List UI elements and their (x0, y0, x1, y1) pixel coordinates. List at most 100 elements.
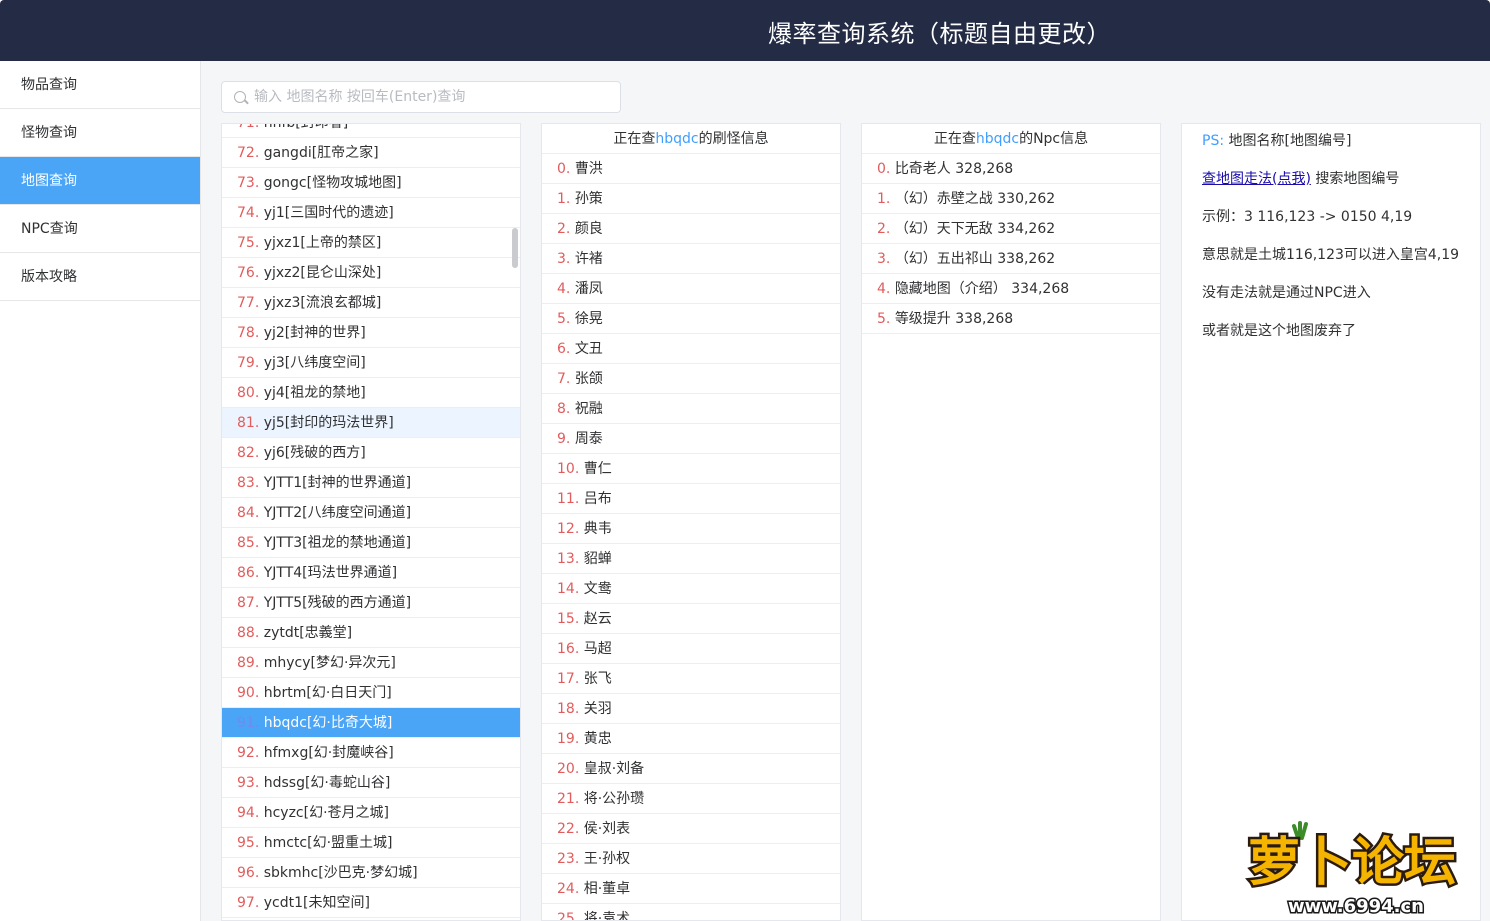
monster-list-item[interactable]: 14. 文鸯 (542, 574, 840, 604)
npc-list-item[interactable]: 5. 等级提升 338,268 (862, 304, 1160, 334)
row-index: 95. (237, 835, 260, 851)
npc-list-item[interactable]: 1. （幻）赤壁之战 330,262 (862, 184, 1160, 214)
monster-list-item[interactable]: 1. 孙策 (542, 184, 840, 214)
monster-list-item[interactable]: 16. 马超 (542, 634, 840, 664)
sidebar-item-item-query[interactable]: 物品查询 (0, 61, 200, 109)
map-list-item[interactable]: 80. yj4[祖龙的禁地] (222, 378, 520, 408)
map-list-item[interactable]: 82. yj6[残破的西方] (222, 438, 520, 468)
row-index: 14. (557, 581, 580, 597)
monster-list-item[interactable]: 24. 相·董卓 (542, 874, 840, 904)
monster-list-item[interactable]: 22. 侯·刘表 (542, 814, 840, 844)
monster-list-item[interactable]: 25. 将·袁术 (542, 904, 840, 921)
search-input[interactable] (254, 82, 614, 112)
row-label: 关羽 (583, 701, 612, 717)
row-index: 11. (557, 491, 580, 507)
map-list-item[interactable]: 91. hbqdc[幻·比奇大城] (222, 708, 520, 738)
map-list-item[interactable]: 89. mhycy[梦幻·异次元] (222, 648, 520, 678)
monster-list-item[interactable]: 12. 典韦 (542, 514, 840, 544)
monster-list-item[interactable]: 5. 徐晃 (542, 304, 840, 334)
row-label: 将·袁术 (583, 911, 631, 921)
map-list-item[interactable]: 84. YJTT2[八纬度空间通道] (222, 498, 520, 528)
map-list-item[interactable]: 88. zytdt[忠義堂] (222, 618, 520, 648)
row-label: 典韦 (583, 521, 612, 537)
map-list-item[interactable]: 86. YJTT4[玛法世界通道] (222, 558, 520, 588)
monster-list-item[interactable]: 15. 赵云 (542, 604, 840, 634)
app-header: 爆率查询系统（标题自由更改） (0, 0, 1490, 61)
row-label: hbrtm[幻·白日天门] (263, 685, 392, 701)
map-list-item[interactable]: 78. yj2[封神的世界] (222, 318, 520, 348)
monster-list-item[interactable]: 17. 张飞 (542, 664, 840, 694)
row-label: 赵云 (583, 611, 612, 627)
monster-list-item[interactable]: 2. 颜良 (542, 214, 840, 244)
monster-list-item[interactable]: 3. 许褚 (542, 244, 840, 274)
ps-text: 地图名称[地图编号] (1228, 133, 1352, 149)
npc-list-item[interactable]: 3. （幻）五出祁山 338,262 (862, 244, 1160, 274)
sidebar-item-map-query[interactable]: 地图查询 (0, 157, 200, 205)
monster-list-item[interactable]: 11. 吕布 (542, 484, 840, 514)
sidebar-item-monster-query[interactable]: 怪物查询 (0, 109, 200, 157)
monster-list-item[interactable]: 8. 祝融 (542, 394, 840, 424)
map-list-item[interactable]: 71. hhfb[封印者] (222, 124, 520, 138)
map-list-item[interactable]: 77. yjxz3[流浪玄都城] (222, 288, 520, 318)
monster-list-item[interactable]: 19. 黄忠 (542, 724, 840, 754)
map-list-scrollbar[interactable] (512, 228, 518, 268)
map-list-item[interactable]: 72. gangdi[肛帝之家] (222, 138, 520, 168)
monster-list-item[interactable]: 20. 皇叔·刘备 (542, 754, 840, 784)
map-list-item[interactable]: 76. yjxz2[昆仑山深处] (222, 258, 520, 288)
row-label: hmctc[幻·盟重土城] (263, 835, 393, 851)
npc-list-item[interactable]: 0. 比奇老人 328,268 (862, 154, 1160, 184)
header-suffix: 的刷怪信息 (698, 131, 769, 147)
map-list-item[interactable]: 81. yj5[封印的玛法世界] (222, 408, 520, 438)
map-list-item[interactable]: 73. gongc[怪物攻城地图] (222, 168, 520, 198)
ps-label: PS: (1202, 133, 1225, 149)
map-list-item[interactable]: 83. YJTT1[封神的世界通道] (222, 468, 520, 498)
monster-list-item[interactable]: 23. 王·孙权 (542, 844, 840, 874)
map-list-item[interactable]: 85. YJTT3[祖龙的禁地通道] (222, 528, 520, 558)
row-index: 81. (237, 415, 260, 431)
row-label: 徐晃 (574, 311, 603, 327)
row-label: yj2[封神的世界] (263, 325, 366, 341)
map-list-item[interactable]: 94. hcyzc[幻·苍月之城] (222, 798, 520, 828)
monster-list-item[interactable]: 9. 周泰 (542, 424, 840, 454)
row-label: 隐藏地图（介绍） 334,268 (894, 281, 1070, 297)
row-index: 89. (237, 655, 260, 671)
map-list-item[interactable]: 90. hbrtm[幻·白日天门] (222, 678, 520, 708)
map-list-item[interactable]: 75. yjxz1[上帝的禁区] (222, 228, 520, 258)
monster-list-item[interactable]: 7. 张颌 (542, 364, 840, 394)
monster-list-item[interactable]: 10. 曹仁 (542, 454, 840, 484)
row-label: 许褚 (574, 251, 603, 267)
map-list-item[interactable]: 74. yj1[三国时代的遗迹] (222, 198, 520, 228)
monster-list-item[interactable]: 4. 潘凤 (542, 274, 840, 304)
row-index: 25. (557, 911, 580, 921)
row-index: 3. (557, 251, 571, 267)
row-index: 13. (557, 551, 580, 567)
row-label: yj5[封印的玛法世界] (263, 415, 394, 431)
row-index: 92. (237, 745, 260, 761)
monster-list-item[interactable]: 0. 曹洪 (542, 154, 840, 184)
npc-list-item[interactable]: 4. 隐藏地图（介绍） 334,268 (862, 274, 1160, 304)
monster-list-item[interactable]: 13. 貂蝉 (542, 544, 840, 574)
npc-list-item[interactable]: 2. （幻）天下无敌 334,262 (862, 214, 1160, 244)
row-label: yj6[残破的西方] (263, 445, 366, 461)
monster-list-item[interactable]: 21. 将·公孙瓒 (542, 784, 840, 814)
row-label: hcyzc[幻·苍月之城] (263, 805, 389, 821)
map-list-item[interactable]: 93. hdssg[幻·毒蛇山谷] (222, 768, 520, 798)
map-list-item[interactable]: 95. hmctc[幻·盟重土城] (222, 828, 520, 858)
search-box (221, 81, 621, 113)
row-label: （幻）天下无敌 334,262 (894, 221, 1056, 237)
row-label: 貂蝉 (583, 551, 612, 567)
sidebar-item-npc-query[interactable]: NPC查询 (0, 205, 200, 253)
map-route-link[interactable]: 查地图走法(点我) (1202, 171, 1311, 187)
monster-list-item[interactable]: 6. 文丑 (542, 334, 840, 364)
map-list-item[interactable]: 96. sbkmhc[沙巴克·梦幻城] (222, 858, 520, 888)
map-list-item[interactable]: 97. ycdt1[未知空间] (222, 888, 520, 918)
row-index: 4. (557, 281, 571, 297)
monster-list-item[interactable]: 18. 关羽 (542, 694, 840, 724)
map-list-item[interactable]: 87. YJTT5[残破的西方通道] (222, 588, 520, 618)
map-list-item[interactable]: 92. hfmxg[幻·封魔峡谷] (222, 738, 520, 768)
sidebar-item-version-guide[interactable]: 版本攻略 (0, 253, 200, 301)
monster-list: 0. 曹洪 1. 孙策 2. 颜良 3. 许褚 4. 潘凤 5. 徐晃 6. 文丑 7. 张颌… (542, 154, 840, 921)
map-list-panel[interactable]: 71. hhfb[封印者] 72. gangdi[肛帝之家] 73. gongc[怪… (221, 123, 521, 921)
map-list-item[interactable]: 79. yj3[八纬度空间] (222, 348, 520, 378)
row-label: YJTT2[八纬度空间通道] (263, 505, 412, 521)
